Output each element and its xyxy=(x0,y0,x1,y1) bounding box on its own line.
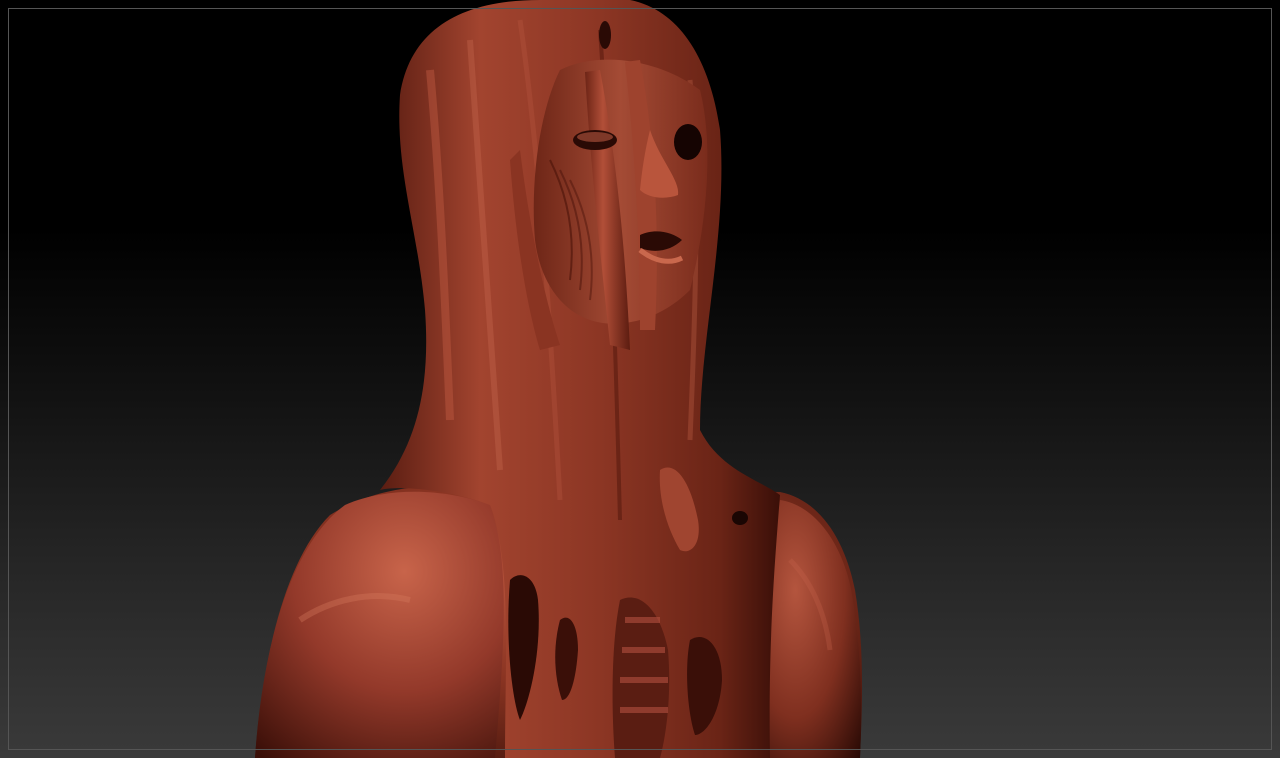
sculpt-model[interactable] xyxy=(0,0,1280,758)
right-eye xyxy=(674,124,702,160)
left-shoulder xyxy=(255,491,504,758)
zbrush-canvas-viewport[interactable] xyxy=(0,0,1280,758)
